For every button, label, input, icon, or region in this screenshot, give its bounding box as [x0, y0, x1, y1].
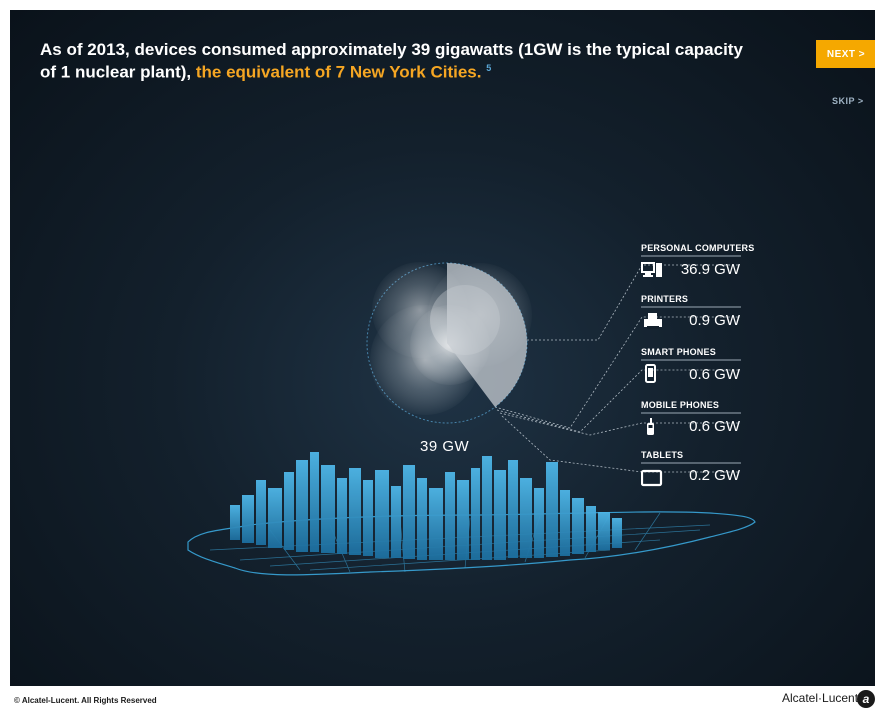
category-label: PERSONAL COMPUTERS	[641, 243, 755, 253]
category-label: TABLETS	[641, 450, 684, 460]
category-label: PRINTERS	[641, 294, 689, 304]
brand-name: Alcatel·Lucent	[782, 691, 859, 705]
infographic-stage: As of 2013, devices consumed approximate…	[10, 10, 875, 686]
category-value: 0.6 GW	[689, 366, 740, 383]
brand-logo-icon: a	[857, 690, 875, 708]
total-label: 39 GW	[420, 438, 470, 455]
category-value: 0.6 GW	[689, 418, 740, 435]
energy-sphere	[366, 262, 532, 424]
copyright-text: © Alcatel-Lucent. All Rights Reserved	[14, 696, 157, 705]
category-value: 36.9 GW	[680, 261, 740, 278]
energy-illustration	[187, 262, 756, 576]
category-value: 0.9 GW	[689, 312, 740, 329]
category-value: 0.2 GW	[689, 467, 740, 484]
category-label: MOBILE PHONES	[641, 400, 720, 410]
category-label: SMART PHONES	[641, 347, 716, 357]
